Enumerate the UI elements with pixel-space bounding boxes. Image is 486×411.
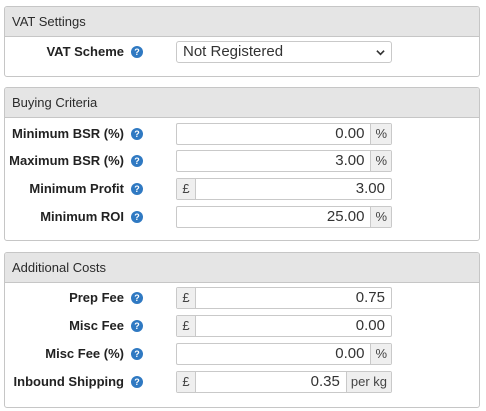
help-icon[interactable]: ? bbox=[131, 155, 143, 167]
maximum-bsr-input[interactable]: 3.00 % bbox=[176, 150, 392, 172]
misc-fee-input[interactable]: £ 0.00 bbox=[176, 315, 392, 337]
vat-settings-panel: VAT Settings VAT Scheme ? Not Registered bbox=[4, 6, 480, 77]
inbound-shipping-row: Inbound Shipping ? £ 0.35 per kg bbox=[5, 371, 479, 393]
percent-addon: % bbox=[370, 344, 391, 364]
input-value: 3.00 bbox=[335, 152, 365, 169]
input-value: 0.00 bbox=[355, 317, 385, 334]
help-icon[interactable]: ? bbox=[131, 128, 143, 140]
additional-costs-panel: Additional Costs Prep Fee ? £ 0.75 Misc … bbox=[4, 252, 480, 408]
input-value: 0.75 bbox=[355, 289, 385, 306]
field-label: Minimum BSR (%) bbox=[12, 126, 124, 141]
vat-scheme-select[interactable]: Not Registered bbox=[176, 41, 392, 63]
misc-fee-row: Misc Fee ? £ 0.00 bbox=[5, 315, 479, 337]
percent-addon: % bbox=[370, 151, 391, 171]
per-kg-addon: per kg bbox=[345, 372, 391, 392]
minimum-roi-input[interactable]: 25.00 % bbox=[176, 206, 392, 228]
currency-addon: £ bbox=[177, 316, 196, 336]
currency-addon: £ bbox=[177, 179, 196, 199]
inbound-shipping-input[interactable]: £ 0.35 per kg bbox=[176, 371, 392, 393]
panel-title: VAT Settings bbox=[5, 7, 479, 37]
minimum-bsr-row: Minimum BSR (%) ? 0.00 % bbox=[5, 123, 479, 145]
field-label: Inbound Shipping bbox=[13, 374, 124, 389]
buying-criteria-panel: Buying Criteria Minimum BSR (%) ? 0.00 %… bbox=[4, 87, 480, 241]
help-icon[interactable]: ? bbox=[131, 292, 143, 304]
field-label: VAT Scheme bbox=[46, 44, 124, 59]
field-label: Minimum ROI bbox=[40, 209, 124, 224]
field-label: Misc Fee bbox=[69, 318, 124, 333]
help-icon[interactable]: ? bbox=[131, 376, 143, 388]
percent-addon: % bbox=[370, 124, 391, 144]
field-label: Maximum BSR (%) bbox=[9, 153, 124, 168]
prep-fee-row: Prep Fee ? £ 0.75 bbox=[5, 287, 479, 309]
help-icon[interactable]: ? bbox=[131, 46, 143, 58]
minimum-roi-row: Minimum ROI ? 25.00 % bbox=[5, 206, 479, 228]
input-value: 0.00 bbox=[335, 125, 365, 142]
input-value: 0.00 bbox=[335, 345, 365, 362]
field-label: Minimum Profit bbox=[29, 181, 124, 196]
help-icon[interactable]: ? bbox=[131, 348, 143, 360]
minimum-profit-row: Minimum Profit ? £ 3.00 bbox=[5, 178, 479, 200]
panel-title: Additional Costs bbox=[5, 253, 479, 283]
maximum-bsr-row: Maximum BSR (%) ? 3.00 % bbox=[5, 150, 479, 172]
minimum-bsr-input[interactable]: 0.00 % bbox=[176, 123, 392, 145]
percent-addon: % bbox=[370, 207, 391, 227]
misc-fee-percent-input[interactable]: 0.00 % bbox=[176, 343, 392, 365]
prep-fee-input[interactable]: £ 0.75 bbox=[176, 287, 392, 309]
chevron-down-icon bbox=[376, 50, 385, 56]
help-icon[interactable]: ? bbox=[131, 183, 143, 195]
help-icon[interactable]: ? bbox=[131, 320, 143, 332]
input-value: 3.00 bbox=[355, 180, 385, 197]
misc-fee-percent-row: Misc Fee (%) ? 0.00 % bbox=[5, 343, 479, 365]
vat-scheme-row: VAT Scheme ? Not Registered bbox=[5, 41, 479, 63]
currency-addon: £ bbox=[177, 372, 196, 392]
select-value: Not Registered bbox=[183, 43, 284, 60]
currency-addon: £ bbox=[177, 288, 196, 308]
panel-title: Buying Criteria bbox=[5, 88, 479, 118]
input-value: 0.35 bbox=[310, 373, 340, 390]
field-label: Misc Fee (%) bbox=[45, 346, 124, 361]
input-value: 25.00 bbox=[326, 208, 365, 225]
help-icon[interactable]: ? bbox=[131, 211, 143, 223]
field-label: Prep Fee bbox=[69, 290, 124, 305]
minimum-profit-input[interactable]: £ 3.00 bbox=[176, 178, 392, 200]
